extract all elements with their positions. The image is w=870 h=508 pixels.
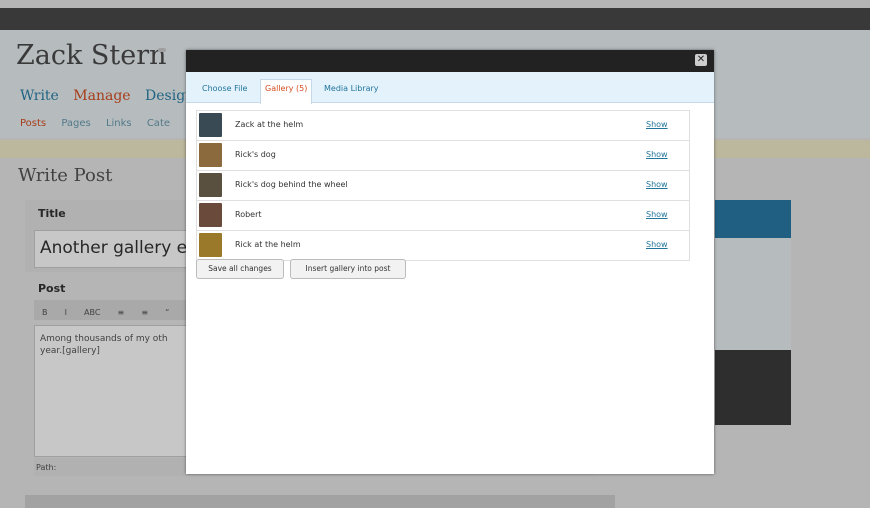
gallery-item-title: Zack at the helm (235, 120, 304, 129)
gallery-item-title: Rick's dog behind the wheel (235, 180, 348, 189)
gallery-item-title: Rick's dog (235, 150, 276, 159)
thumbnail-image (199, 233, 222, 257)
show-link[interactable]: Show (646, 150, 668, 159)
media-upload-modal: ✕ Choose File Gallery (5) Media Library … (186, 50, 714, 474)
thumbnail-image (199, 143, 222, 167)
insert-gallery-button[interactable]: Insert gallery into post (290, 259, 406, 279)
gallery-item-title: Robert (235, 210, 262, 219)
gallery-row: Rick at the helm Show (197, 231, 689, 260)
show-link[interactable]: Show (646, 120, 668, 129)
gallery-row: Rick's dog Show (197, 141, 689, 171)
gallery-row: Rick's dog behind the wheel Show (197, 171, 689, 201)
thumbnail-image (199, 203, 222, 227)
thumbnail-image (199, 173, 222, 197)
show-link[interactable]: Show (646, 180, 668, 189)
show-link[interactable]: Show (646, 240, 668, 249)
save-all-changes-button[interactable]: Save all changes (196, 259, 284, 279)
tab-gallery[interactable]: Gallery (5) (260, 79, 313, 104)
tab-media-library[interactable]: Media Library (324, 80, 379, 102)
gallery-row: Robert Show (197, 201, 689, 231)
thumbnail-image (199, 113, 222, 137)
gallery-list: Zack at the helm Show Rick's dog Show Ri… (196, 110, 690, 261)
show-link[interactable]: Show (646, 210, 668, 219)
close-icon[interactable]: ✕ (695, 54, 707, 66)
modal-tabbar: Choose File Gallery (5) Media Library (186, 72, 714, 104)
gallery-item-title: Rick at the helm (235, 240, 301, 249)
modal-titlebar: ✕ (186, 50, 714, 72)
gallery-row: Zack at the helm Show (197, 111, 689, 141)
tab-choose-file[interactable]: Choose File (202, 80, 247, 102)
